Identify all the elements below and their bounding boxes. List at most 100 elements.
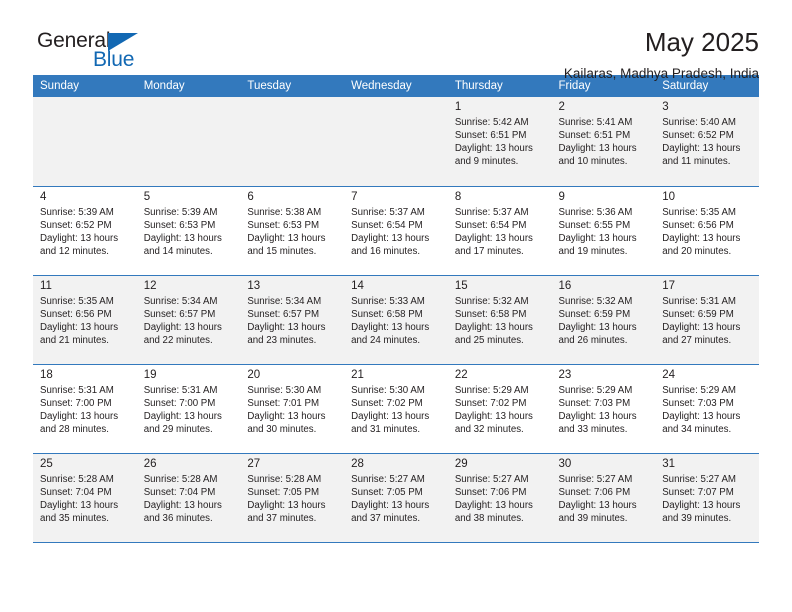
day-sun-details: Sunrise: 5:30 AM Sunset: 7:01 PM Dayligh… — [247, 384, 326, 435]
day-cell[interactable]: 21 Sunrise: 5:30 AM Sunset: 7:02 PM Dayl… — [344, 364, 448, 454]
day-number: 9 — [558, 190, 565, 203]
day-sun-details: Sunrise: 5:32 AM Sunset: 6:59 PM Dayligh… — [558, 295, 637, 346]
calendar-week-row: 25 Sunrise: 5:28 AM Sunset: 7:04 PM Dayl… — [33, 453, 759, 543]
day-number: 19 — [143, 368, 157, 381]
day-cell[interactable]: 27 Sunrise: 5:28 AM Sunset: 7:05 PM Dayl… — [240, 453, 345, 543]
day-cell[interactable]: 4 Sunrise: 5:39 AM Sunset: 6:52 PM Dayli… — [33, 186, 137, 276]
calendar-week-row: 4 Sunrise: 5:39 AM Sunset: 6:52 PM Dayli… — [33, 186, 759, 276]
day-cell[interactable]: 12 Sunrise: 5:34 AM Sunset: 6:57 PM Dayl… — [136, 275, 241, 365]
day-cell[interactable]: 16 Sunrise: 5:32 AM Sunset: 6:59 PM Dayl… — [551, 275, 656, 365]
day-sun-details: Sunrise: 5:27 AM Sunset: 7:07 PM Dayligh… — [662, 473, 741, 524]
day-number: 15 — [454, 279, 468, 292]
day-sun-details: Sunrise: 5:28 AM Sunset: 7:05 PM Dayligh… — [247, 473, 326, 524]
day-number: 31 — [662, 457, 676, 470]
day-cell[interactable]: 1 Sunrise: 5:42 AM Sunset: 6:51 PM Dayli… — [447, 97, 552, 187]
day-number: 2 — [558, 101, 565, 113]
day-cell[interactable]: 9 Sunrise: 5:36 AM Sunset: 6:55 PM Dayli… — [551, 186, 656, 276]
day-number: 17 — [662, 279, 676, 292]
day-number: 11 — [40, 279, 52, 292]
day-cell-empty — [33, 97, 137, 187]
day-cell[interactable]: 26 Sunrise: 5:28 AM Sunset: 7:04 PM Dayl… — [136, 453, 241, 543]
day-sun-details: Sunrise: 5:29 AM Sunset: 7:03 PM Dayligh… — [558, 384, 637, 435]
general-blue-logo[interactable]: General Blue — [33, 28, 163, 74]
day-cell[interactable]: 20 Sunrise: 5:30 AM Sunset: 7:01 PM Dayl… — [240, 364, 345, 454]
day-cell[interactable]: 30 Sunrise: 5:27 AM Sunset: 7:06 PM Dayl… — [551, 453, 656, 543]
day-sun-details: Sunrise: 5:28 AM Sunset: 7:04 PM Dayligh… — [143, 473, 222, 524]
day-sun-details: Sunrise: 5:42 AM Sunset: 6:51 PM Dayligh… — [454, 117, 533, 168]
day-number: 4 — [40, 190, 47, 203]
day-cell[interactable]: 31 Sunrise: 5:27 AM Sunset: 7:07 PM Dayl… — [655, 453, 759, 543]
day-sun-details: Sunrise: 5:27 AM Sunset: 7:05 PM Dayligh… — [351, 473, 430, 524]
day-sun-details: Sunrise: 5:37 AM Sunset: 6:54 PM Dayligh… — [351, 206, 430, 257]
weekday-header-thursday: Thursday — [447, 75, 552, 97]
day-cell[interactable]: 13 Sunrise: 5:34 AM Sunset: 6:57 PM Dayl… — [240, 275, 345, 365]
day-cell[interactable]: 18 Sunrise: 5:31 AM Sunset: 7:00 PM Dayl… — [33, 364, 137, 454]
day-sun-details: Sunrise: 5:32 AM Sunset: 6:58 PM Dayligh… — [454, 295, 533, 346]
day-number: 16 — [558, 279, 572, 292]
day-sun-details: Sunrise: 5:30 AM Sunset: 7:02 PM Dayligh… — [351, 384, 430, 435]
day-number: 1 — [454, 101, 462, 113]
day-number: 28 — [351, 457, 364, 470]
weekday-header-tuesday: Tuesday — [240, 75, 345, 97]
day-cell-empty — [344, 97, 448, 187]
day-sun-details: Sunrise: 5:37 AM Sunset: 6:54 PM Dayligh… — [454, 206, 533, 257]
day-number: 7 — [351, 190, 358, 203]
day-cell[interactable]: 25 Sunrise: 5:28 AM Sunset: 7:04 PM Dayl… — [33, 453, 137, 543]
day-number: 23 — [558, 368, 572, 381]
day-cell[interactable]: 7 Sunrise: 5:37 AM Sunset: 6:54 PM Dayli… — [344, 186, 448, 276]
day-number: 22 — [454, 368, 468, 381]
calendar-body: 1 Sunrise: 5:42 AM Sunset: 6:51 PM Dayli… — [33, 97, 759, 543]
day-cell[interactable]: 28 Sunrise: 5:27 AM Sunset: 7:05 PM Dayl… — [344, 453, 448, 543]
day-number: 3 — [662, 101, 669, 113]
day-sun-details: Sunrise: 5:34 AM Sunset: 6:57 PM Dayligh… — [247, 295, 326, 346]
day-cell[interactable]: 10 Sunrise: 5:35 AM Sunset: 6:56 PM Dayl… — [655, 186, 759, 276]
day-cell[interactable]: 5 Sunrise: 5:39 AM Sunset: 6:53 PM Dayli… — [136, 186, 241, 276]
weekday-header-sunday: Sunday — [33, 75, 137, 97]
day-sun-details: Sunrise: 5:39 AM Sunset: 6:53 PM Dayligh… — [143, 206, 222, 257]
day-sun-details: Sunrise: 5:31 AM Sunset: 7:00 PM Dayligh… — [40, 384, 119, 435]
day-sun-details: Sunrise: 5:35 AM Sunset: 6:56 PM Dayligh… — [662, 206, 741, 257]
day-cell[interactable]: 8 Sunrise: 5:37 AM Sunset: 6:54 PM Dayli… — [447, 186, 552, 276]
day-cell[interactable]: 19 Sunrise: 5:31 AM Sunset: 7:00 PM Dayl… — [136, 364, 241, 454]
logo-text-blue: Blue — [93, 48, 135, 71]
calendar-week-row: 18 Sunrise: 5:31 AM Sunset: 7:00 PM Dayl… — [33, 364, 759, 454]
day-cell[interactable]: 23 Sunrise: 5:29 AM Sunset: 7:03 PM Dayl… — [551, 364, 656, 454]
day-number: 12 — [143, 279, 157, 292]
day-cell[interactable]: 17 Sunrise: 5:31 AM Sunset: 6:59 PM Dayl… — [655, 275, 759, 365]
day-cell[interactable]: 3 Sunrise: 5:40 AM Sunset: 6:52 PM Dayli… — [655, 97, 759, 187]
day-cell[interactable]: 15 Sunrise: 5:32 AM Sunset: 6:58 PM Dayl… — [447, 275, 552, 365]
day-cell[interactable]: 24 Sunrise: 5:29 AM Sunset: 7:03 PM Dayl… — [655, 364, 759, 454]
day-sun-details: Sunrise: 5:28 AM Sunset: 7:04 PM Dayligh… — [40, 473, 119, 524]
day-cell-empty — [136, 97, 241, 187]
day-cell[interactable]: 29 Sunrise: 5:27 AM Sunset: 7:06 PM Dayl… — [447, 453, 552, 543]
page-title: May 2025 — [644, 27, 759, 57]
day-sun-details: Sunrise: 5:29 AM Sunset: 7:02 PM Dayligh… — [454, 384, 533, 435]
day-number: 29 — [454, 457, 468, 470]
day-sun-details: Sunrise: 5:36 AM Sunset: 6:55 PM Dayligh… — [558, 206, 637, 257]
day-cell[interactable]: 22 Sunrise: 5:29 AM Sunset: 7:02 PM Dayl… — [447, 364, 552, 454]
day-number: 8 — [454, 190, 462, 203]
day-sun-details: Sunrise: 5:38 AM Sunset: 6:53 PM Dayligh… — [247, 206, 326, 257]
day-cell[interactable]: 6 Sunrise: 5:38 AM Sunset: 6:53 PM Dayli… — [240, 186, 345, 276]
day-number: 18 — [40, 368, 53, 381]
day-sun-details: Sunrise: 5:31 AM Sunset: 7:00 PM Dayligh… — [143, 384, 222, 435]
day-sun-details: Sunrise: 5:27 AM Sunset: 7:06 PM Dayligh… — [454, 473, 533, 524]
location-subtitle: Kailaras, Madhya Pradesh, India — [563, 65, 759, 81]
day-number: 26 — [143, 457, 157, 470]
day-number: 10 — [662, 190, 676, 203]
day-sun-details: Sunrise: 5:34 AM Sunset: 6:57 PM Dayligh… — [143, 295, 222, 346]
day-number: 25 — [40, 457, 53, 470]
day-sun-details: Sunrise: 5:35 AM Sunset: 6:56 PM Dayligh… — [40, 295, 119, 346]
day-cell[interactable]: 14 Sunrise: 5:33 AM Sunset: 6:58 PM Dayl… — [344, 275, 448, 365]
day-number: 14 — [351, 279, 364, 292]
day-number: 27 — [247, 457, 261, 470]
day-cell[interactable]: 2 Sunrise: 5:41 AM Sunset: 6:51 PM Dayli… — [551, 97, 656, 187]
weekday-header-wednesday: Wednesday — [344, 75, 448, 97]
day-sun-details: Sunrise: 5:31 AM Sunset: 6:59 PM Dayligh… — [662, 295, 741, 346]
day-number: 21 — [351, 368, 364, 381]
day-cell[interactable]: 11 Sunrise: 5:35 AM Sunset: 6:56 PM Dayl… — [33, 275, 137, 365]
sunrise-sunset-calendar: Sunday Monday Tuesday Wednesday Thursday… — [33, 75, 759, 543]
title-block: May 2025 Kailaras, Madhya Pradesh, India — [564, 28, 759, 81]
day-number: 13 — [247, 279, 261, 292]
day-cell-empty — [240, 97, 345, 187]
